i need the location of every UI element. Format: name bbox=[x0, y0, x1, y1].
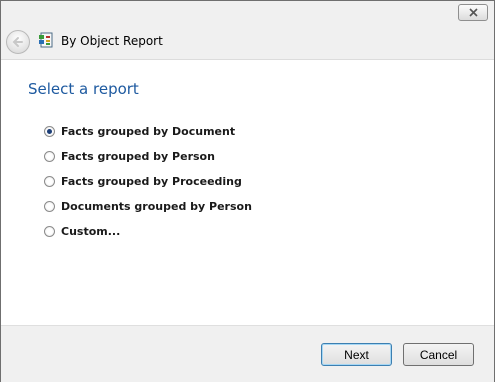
radio-button[interactable] bbox=[44, 126, 55, 137]
wizard-header: By Object Report bbox=[1, 23, 494, 60]
option-documents-by-person[interactable]: Documents grouped by Person bbox=[44, 194, 252, 219]
wizard-window: By Object Report Select a report Facts g… bbox=[0, 0, 495, 382]
radio-button[interactable] bbox=[44, 226, 55, 237]
title-bar bbox=[1, 1, 494, 23]
next-button-label: Next bbox=[344, 347, 369, 362]
close-icon bbox=[468, 8, 478, 17]
page-heading: Select a report bbox=[28, 80, 139, 98]
radio-button[interactable] bbox=[44, 201, 55, 212]
main-content: Select a report Facts grouped by Documen… bbox=[1, 60, 494, 325]
option-label: Custom... bbox=[61, 225, 121, 238]
option-custom[interactable]: Custom... bbox=[44, 219, 252, 244]
back-button[interactable] bbox=[6, 30, 30, 54]
option-facts-by-document[interactable]: Facts grouped by Document bbox=[44, 119, 252, 144]
wizard-footer: Next Cancel bbox=[1, 325, 494, 382]
next-button[interactable]: Next bbox=[321, 343, 392, 366]
option-label: Facts grouped by Person bbox=[61, 150, 215, 163]
report-icon bbox=[39, 32, 53, 48]
close-button[interactable] bbox=[458, 4, 488, 21]
radio-button[interactable] bbox=[44, 176, 55, 187]
cancel-button-label: Cancel bbox=[419, 347, 458, 362]
option-facts-by-proceeding[interactable]: Facts grouped by Proceeding bbox=[44, 169, 252, 194]
wizard-title: By Object Report bbox=[61, 34, 163, 48]
option-label: Facts grouped by Document bbox=[61, 125, 236, 138]
back-arrow-icon bbox=[12, 37, 23, 47]
option-label: Facts grouped by Proceeding bbox=[61, 175, 242, 188]
report-options: Facts grouped by Document Facts grouped … bbox=[44, 119, 252, 244]
radio-button[interactable] bbox=[44, 151, 55, 162]
cancel-button[interactable]: Cancel bbox=[403, 343, 474, 366]
option-facts-by-person[interactable]: Facts grouped by Person bbox=[44, 144, 252, 169]
option-label: Documents grouped by Person bbox=[61, 200, 252, 213]
